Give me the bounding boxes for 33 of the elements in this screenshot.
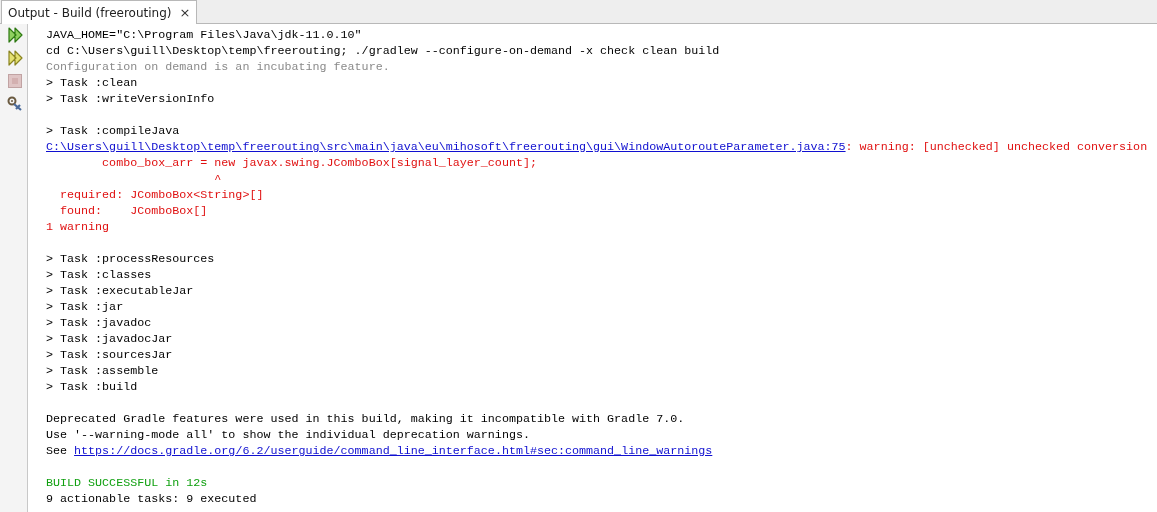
file-link[interactable]: C:\Users\guill\Desktop\temp\freerouting\src\main\java\eu\mihosoft\freerouting\gui\WindowAutorouteParameter.java:75	[46, 140, 846, 154]
output-line: > Task :jar	[46, 300, 124, 314]
output-line: > Task :build	[46, 380, 138, 394]
output-line: > Task :javadoc	[46, 316, 152, 330]
output-line: See	[46, 444, 69, 458]
warning-message: found: JComboBox[]	[59, 204, 208, 218]
output-line: cd C:\Users\guill\Desktop\temp\freerouting; ./gradlew --configure-on-demand -x check clean build	[46, 44, 720, 58]
close-button[interactable]: ×	[179, 6, 191, 19]
output-line: > Task :classes	[46, 268, 152, 282]
output-line: Deprecated Gradle features were used in this build, making it incompatible with Gradle 7.0.	[46, 412, 685, 426]
rerun-icon[interactable]	[7, 27, 23, 43]
output-tab[interactable]: Output - Build (freerouting) ×	[1, 0, 198, 24]
settings-icon[interactable]	[7, 96, 23, 112]
output-line: JAVA_HOME="C:\Program Files\Java\jdk-11.0.10"	[46, 28, 362, 42]
output-line: > Task :clean	[46, 76, 138, 90]
output-line: > Task :assemble	[46, 364, 159, 378]
file-link[interactable]: https://docs.gradle.org/6.2/userguide/command_line_interface.html#sec:command_line_warnings	[74, 444, 713, 458]
info-message: Configuration on demand is an incubating feature.	[46, 60, 390, 74]
output-line: > Task :compileJava	[46, 124, 180, 138]
output-line: > Task :sourcesJar	[46, 348, 173, 362]
output-line: 9 actionable tasks: 9 executed	[46, 492, 257, 506]
warning-message: required: JComboBox<String>[]	[59, 188, 264, 202]
build-status: BUILD SUCCESSFUL in 12s	[46, 476, 208, 490]
warning-message: : warning: [unchecked] unchecked conversion	[845, 140, 1148, 154]
output-line: > Task :javadocJar	[46, 332, 173, 346]
warning-message: combo_box_arr = new javax.swing.JComboBox[signal_layer_count];	[101, 156, 537, 170]
warning-message: ^	[213, 172, 222, 186]
warning-message: 1 warning	[46, 220, 110, 234]
output-line: > Task :executableJar	[46, 284, 194, 298]
output-line: > Task :processResources	[46, 252, 215, 266]
output-line: Use '--warning-mode all' to show the individual deprecation warnings.	[46, 428, 530, 442]
rerun-icon[interactable]	[7, 50, 23, 66]
output-line: > Task :writeVersionInfo	[46, 92, 215, 106]
